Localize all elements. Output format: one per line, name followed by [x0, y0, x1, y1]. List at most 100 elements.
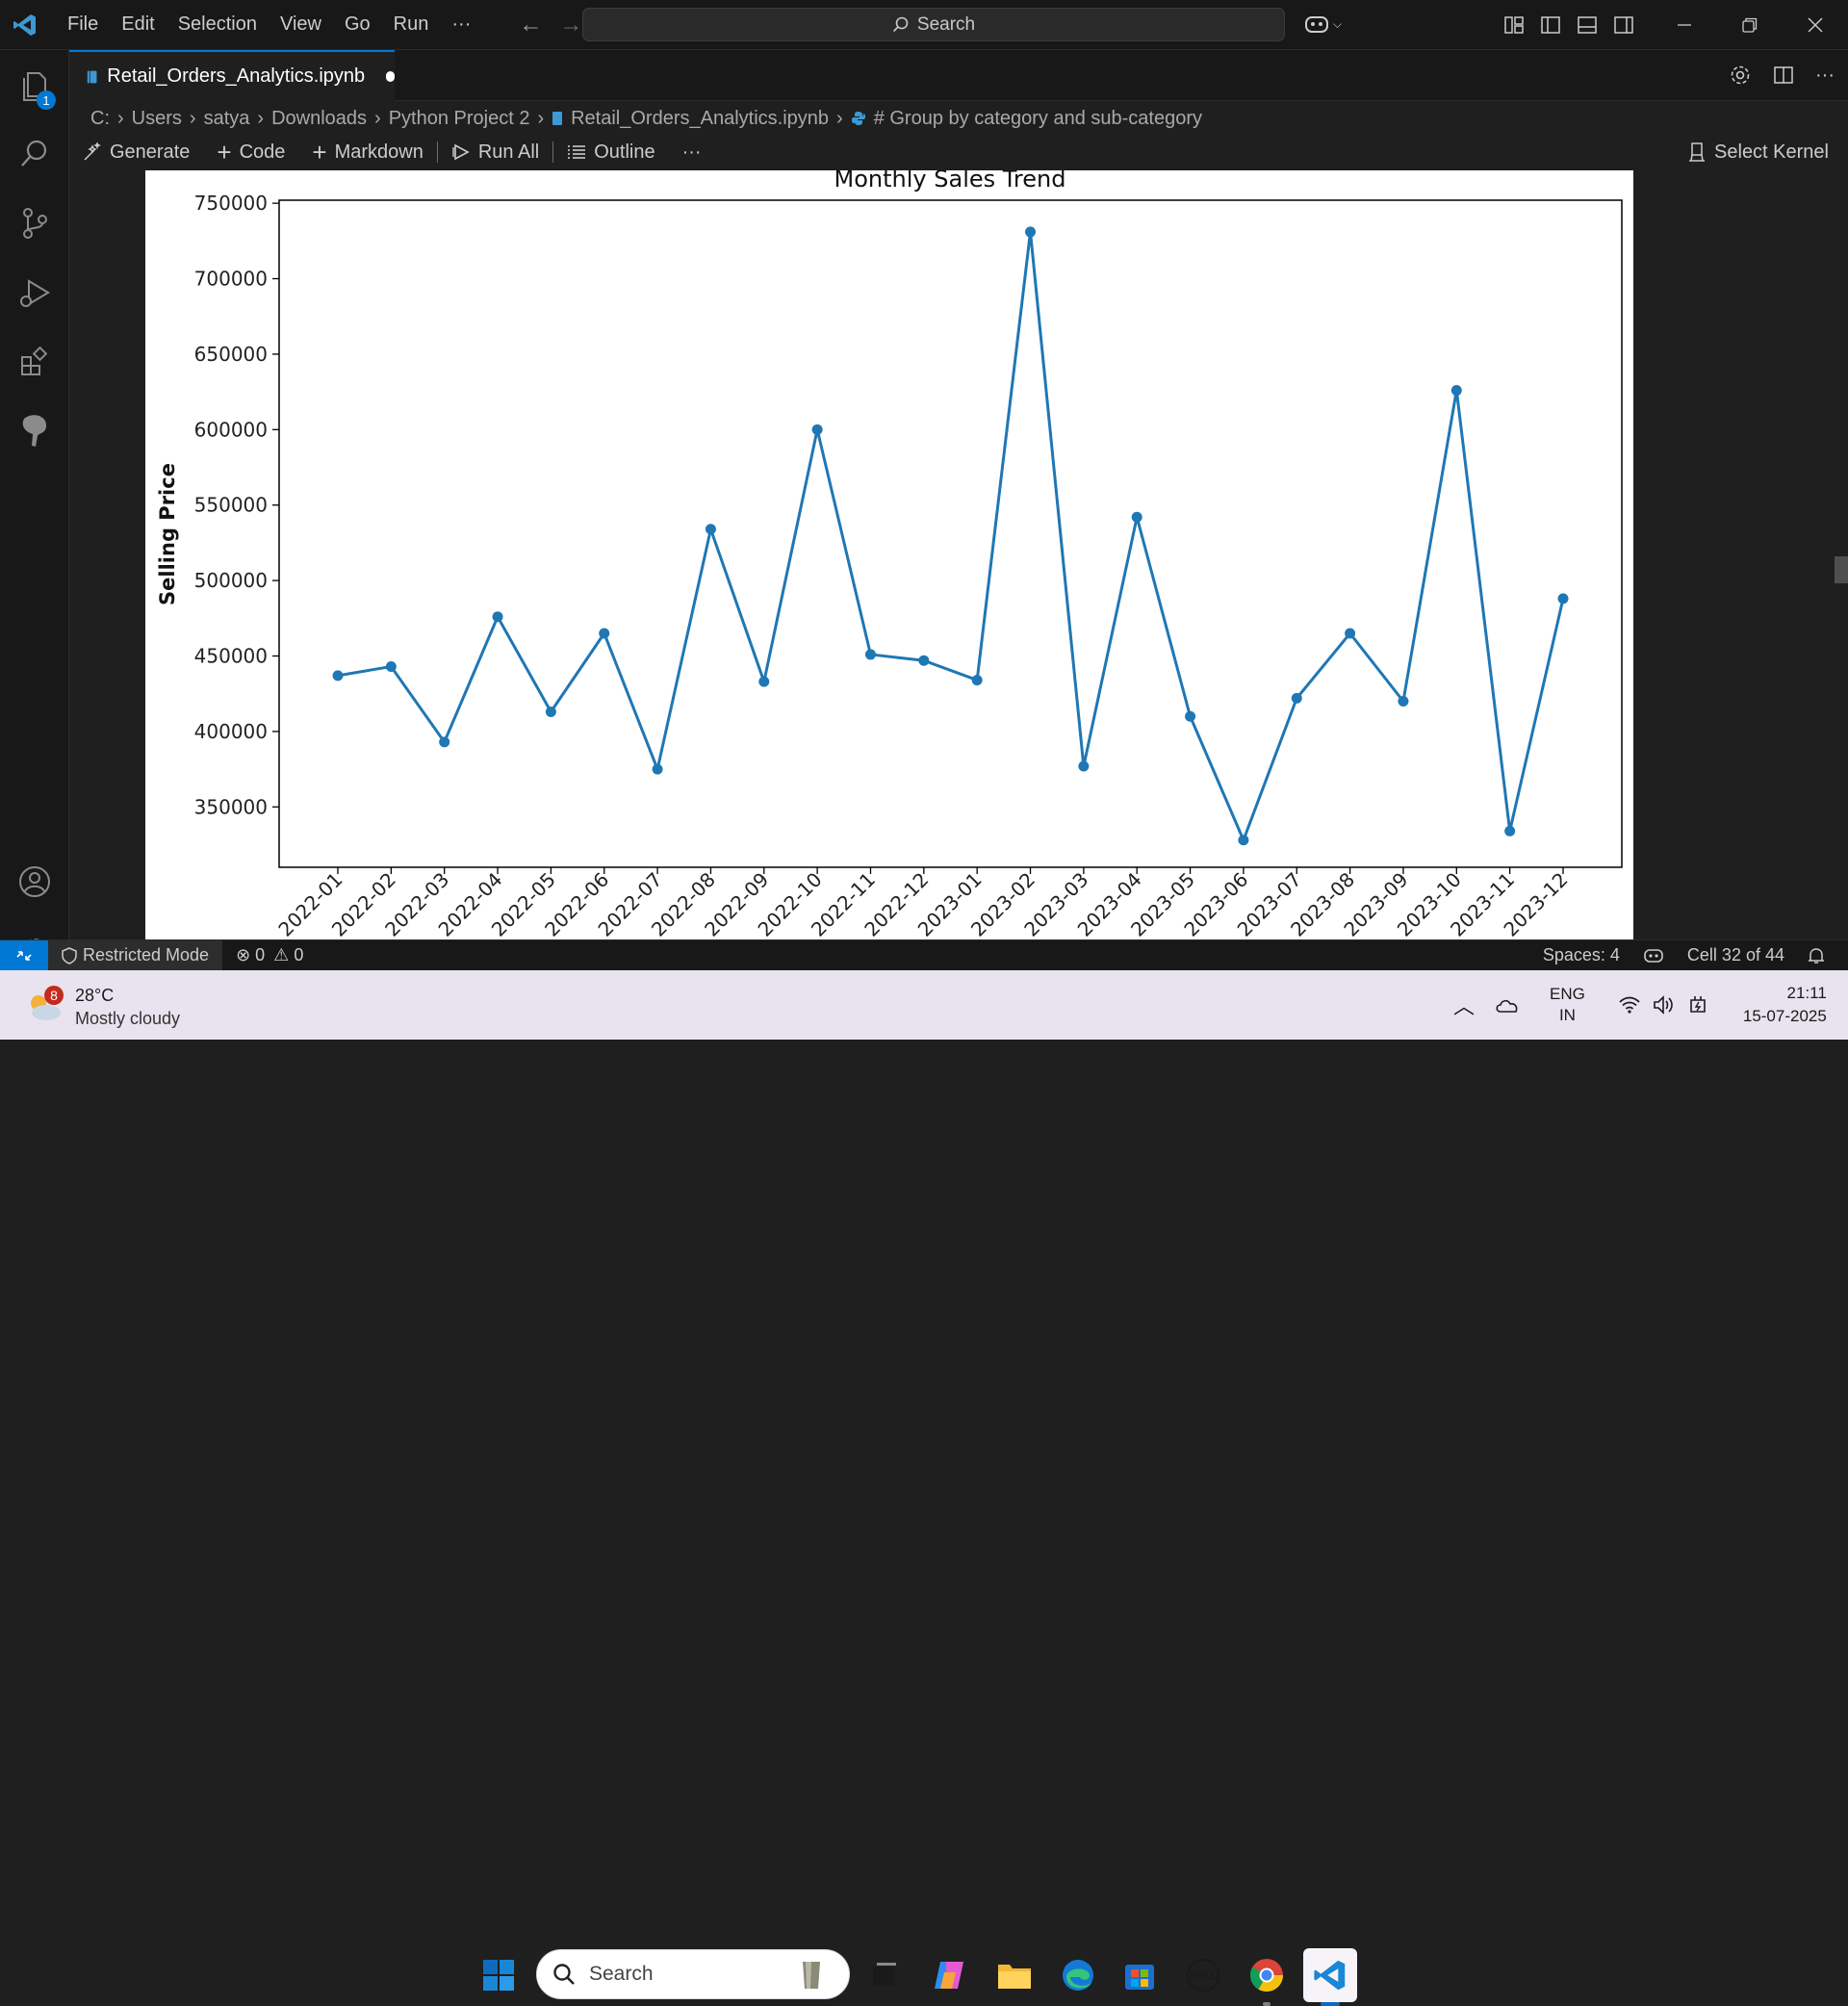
extensions-icon[interactable] [13, 341, 56, 383]
battery-icon[interactable] [1687, 994, 1710, 1016]
breadcrumb-project[interactable]: Python Project 2 [389, 108, 530, 130]
breadcrumb-notebook[interactable]: Retail_Orders_Analytics.ipynb [571, 108, 829, 130]
toggle-secondary-sidebar-icon[interactable] [1613, 14, 1634, 36]
dell-logo-icon: DELL [1186, 1958, 1220, 1993]
vscode-taskbar-icon [1314, 1960, 1346, 1991]
run-all-button[interactable]: Run All [438, 141, 552, 164]
tab-retail-orders-notebook[interactable]: Retail_Orders_Analytics.ipynb [69, 50, 395, 101]
restricted-mode-indicator[interactable]: Restricted Mode [48, 939, 223, 971]
explorer-icon[interactable]: 1 [13, 65, 56, 110]
remote-indicator[interactable] [0, 939, 48, 971]
input-language[interactable]: ENG IN [1550, 984, 1585, 1026]
tab-label: Retail_Orders_Analytics.ipynb [107, 65, 366, 87]
menu-run[interactable]: Run [382, 13, 441, 36]
copilot-icon[interactable]: ⌵ [1304, 13, 1342, 35]
restricted-mode-label: Restricted Mode [83, 945, 210, 964]
dell-app[interactable]: DELL [1176, 1948, 1230, 2002]
data-point [545, 707, 556, 718]
menu-view[interactable]: View [269, 13, 333, 36]
generate-label: Generate [110, 141, 191, 163]
explorer-badge: 1 [37, 90, 56, 110]
accounts-icon[interactable] [13, 861, 56, 903]
toolbar-more-button[interactable]: ··· [669, 141, 715, 164]
menu-more[interactable]: ··· [440, 13, 482, 36]
cell-output: Monthly Sales Trend Selling Price 350000… [145, 170, 1633, 939]
store-app[interactable] [1113, 1948, 1167, 2002]
data-point [332, 670, 344, 682]
task-view-button[interactable] [857, 1948, 911, 2002]
problems-indicator[interactable]: ⊗ 0 ⚠ 0 [236, 945, 303, 965]
sales-series-line [337, 231, 1565, 844]
taskbar-search-label: Search [589, 1963, 654, 1985]
markdown-label: Markdown [334, 141, 424, 163]
add-markdown-cell-button[interactable]: + Markdown [298, 140, 436, 165]
chart-title: Monthly Sales Trend [834, 170, 1066, 193]
forward-arrow-icon[interactable]: → [559, 12, 582, 39]
postgres-elephant-icon[interactable] [13, 410, 56, 452]
weather-alert-badge: 8 [44, 986, 64, 1005]
vscode-app[interactable] [1303, 1948, 1357, 2006]
weather-widget[interactable]: 8 28°C Mostly cloudy [25, 984, 180, 1030]
file-explorer-app[interactable] [988, 1948, 1041, 2002]
show-hidden-icons-chevron-icon[interactable]: ︿ [1453, 990, 1475, 1020]
copilot-app[interactable] [922, 1948, 976, 2002]
back-arrow-icon[interactable]: ← [519, 12, 542, 39]
split-editor-icon[interactable] [1773, 64, 1794, 86]
menu-edit[interactable]: Edit [110, 13, 166, 36]
wifi-icon[interactable] [1618, 995, 1641, 1015]
settings-icon[interactable] [1729, 64, 1752, 87]
add-code-cell-button[interactable]: + Code [203, 140, 298, 165]
start-button[interactable] [472, 1948, 526, 2002]
restore-icon[interactable] [1740, 15, 1759, 35]
menu-selection[interactable]: Selection [167, 13, 269, 36]
data-point [652, 763, 663, 775]
code-label: Code [239, 141, 286, 163]
error-count: 0 [255, 945, 266, 964]
y-tick-label: 500000 [194, 569, 268, 592]
menu-file[interactable]: File [56, 13, 110, 36]
plot-area-frame [278, 199, 1623, 868]
volume-icon[interactable] [1653, 994, 1676, 1016]
status-right: Spaces: 4 Cell 32 of 44 [1543, 945, 1825, 965]
more-actions-icon[interactable]: ··· [1815, 64, 1835, 87]
bell-icon[interactable] [1808, 946, 1825, 965]
data-point [1345, 628, 1356, 639]
breadcrumb-downloads[interactable]: Downloads [271, 108, 367, 130]
edge-app[interactable] [1051, 1948, 1105, 2002]
onedrive-cloud-icon[interactable] [1494, 995, 1521, 1015]
toggle-primary-sidebar-icon[interactable] [1540, 14, 1561, 36]
breadcrumb-drive[interactable]: C: [90, 108, 110, 130]
running-indicator [1263, 2002, 1270, 2006]
breadcrumb-users[interactable]: Users [132, 108, 182, 130]
error-icon: ⊗ [236, 945, 251, 964]
cell-position-indicator[interactable]: Cell 32 of 44 [1687, 945, 1784, 965]
scrollbar-thumb[interactable] [1835, 556, 1848, 583]
close-icon[interactable] [1806, 15, 1825, 35]
notebook-file-icon [552, 112, 563, 125]
unsaved-dot-icon[interactable] [386, 71, 395, 82]
run-and-debug-icon[interactable] [13, 271, 56, 314]
outline-button[interactable]: Outline [553, 141, 668, 164]
generate-button[interactable]: Generate [69, 141, 203, 164]
menu-go[interactable]: Go [333, 13, 382, 36]
select-kernel-label: Select Kernel [1714, 141, 1829, 163]
indentation-indicator[interactable]: Spaces: 4 [1543, 945, 1620, 965]
search-sidebar-icon[interactable] [13, 133, 56, 175]
copilot-status-icon[interactable] [1643, 947, 1664, 964]
kernel-icon [1689, 142, 1706, 162]
outline-list-icon [568, 145, 586, 159]
minimize-icon[interactable] [1675, 15, 1694, 35]
select-kernel-button[interactable]: Select Kernel [1674, 141, 1842, 164]
taskbar-search[interactable]: Search [536, 1949, 850, 1999]
breadcrumb-satya[interactable]: satya [204, 108, 250, 130]
command-center-search[interactable]: Search [582, 8, 1285, 41]
chrome-app[interactable] [1240, 1948, 1294, 2006]
customize-layout-icon[interactable] [1503, 14, 1525, 36]
clock[interactable]: 21:11 15-07-2025 [1743, 982, 1827, 1028]
sparkle-icon [84, 142, 101, 161]
breadcrumb-cell[interactable]: # Group by category and sub-category [874, 108, 1202, 130]
toggle-panel-icon[interactable] [1577, 14, 1598, 36]
run-all-icon [452, 143, 470, 161]
system-tray: ︿ ENG IN 21:11 15-07-2025 [1453, 970, 1827, 1040]
source-control-icon[interactable] [13, 202, 56, 244]
